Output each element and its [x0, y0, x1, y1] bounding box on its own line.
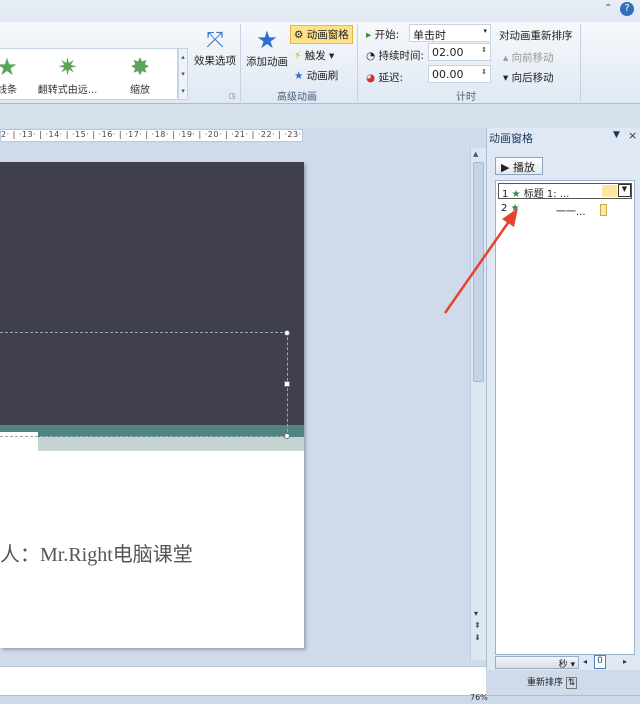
animation-painter-button[interactable]: ★ 动画刷 — [294, 68, 338, 83]
gallery-label: 线条 — [0, 85, 17, 96]
pane-title: 动画窗格 — [489, 132, 533, 145]
lightning-icon: ⚡ — [294, 50, 302, 62]
start-label: ▸ 开始: — [366, 29, 400, 41]
arrow-shaft — [443, 216, 514, 314]
duration-label: ◔ 持续时间: — [366, 50, 425, 62]
animation-pane-button[interactable]: ⚙ 动画窗格 — [290, 25, 353, 44]
pane-icon: ⚙ — [294, 29, 307, 41]
effect-options-label: 效果选项 — [194, 55, 236, 67]
animation-pane-label: 动画窗格 — [306, 29, 349, 41]
trigger-label: 触发 — [304, 50, 326, 62]
add-animation-label: 添加动画 — [246, 56, 288, 68]
chevron-down-icon: ▾ — [483, 27, 487, 35]
gallery-label: 缩放 — [130, 85, 150, 96]
star-icon: ★ — [511, 189, 521, 200]
animation-gallery: ★ 线条 ✷ 翻转式由远... ✸ 缩放 — [0, 48, 178, 100]
timing-group-label: 计时 — [456, 92, 476, 103]
star-icon: ✷ — [57, 53, 78, 81]
play-icon: ▶ — [501, 161, 513, 174]
move-later-button[interactable]: ▾ 向后移动 — [503, 70, 554, 85]
red-arrow-annotation — [443, 208, 518, 314]
delay-value: 00.00 — [432, 68, 464, 81]
item-dropdown-icon[interactable]: ▼ — [618, 184, 631, 197]
dialog-launcher-icon[interactable]: ◳ — [229, 92, 236, 100]
timeline-bar — [600, 204, 607, 216]
gallery-scroll[interactable]: ▴ ▾ ▾ — [178, 48, 188, 100]
ribbon: ★ 线条 ✷ 翻转式由远... ✸ 缩放 ▴ ▾ ▾ ⤧ 效果选项 ◳ ★ 添加动画 ⚙ 动画… — [0, 22, 640, 104]
trigger-button[interactable]: ⚡ 触发 ▾ — [294, 48, 334, 63]
duration-input[interactable]: 02.00 ⇕ — [428, 43, 491, 61]
gallery-item-zoom[interactable]: ✸ 缩放 — [115, 53, 165, 96]
status-bar: 76% — [0, 693, 640, 704]
decor-white — [0, 432, 38, 466]
close-icon[interactable]: × — [628, 129, 637, 142]
animation-item[interactable]: 1 ★ 标题 1: ... ▼ — [498, 183, 632, 200]
spinner-icon[interactable]: ⇕ — [481, 68, 487, 76]
decor-band — [0, 437, 304, 451]
start-select[interactable]: 单击时 ▾ — [409, 24, 491, 42]
help-icon[interactable]: ? — [620, 2, 634, 16]
seconds-dropdown[interactable]: 秒 ▾ — [495, 656, 579, 670]
effect-options-button[interactable]: ⤧ 效果选项 — [193, 28, 237, 68]
page-nav-icons[interactable]: ▾ ⇞ ⇟ — [474, 608, 481, 644]
effect-options-icon: ⤧ — [206, 28, 224, 53]
play-label: 播放 — [512, 161, 535, 174]
slide-canvas[interactable]: 人：Mr.Right电脑课堂 — [0, 162, 304, 648]
scroll-up-icon[interactable]: ▲ — [473, 150, 478, 158]
zoom-level[interactable]: 76% — [470, 693, 488, 702]
resize-handle[interactable] — [284, 381, 290, 387]
resize-handle[interactable] — [284, 433, 290, 439]
add-animation-button[interactable]: ★ 添加动画 — [244, 26, 290, 69]
delay-input[interactable]: 00.00 ⇕ — [428, 65, 491, 83]
move-earlier-button[interactable]: ▴ 向前移动 — [503, 50, 554, 65]
pane-menu-icon[interactable]: ▼ — [613, 130, 620, 140]
resize-handle[interactable] — [284, 330, 290, 336]
arrow-head — [502, 208, 518, 227]
play-button[interactable]: ▶ 播放 — [495, 157, 543, 175]
spinner-icon[interactable]: ⇕ — [481, 46, 487, 54]
duration-value: 02.00 — [432, 46, 464, 59]
add-star-icon: ★ — [256, 26, 278, 54]
start-value: 单击时 — [413, 29, 446, 42]
delay-label: ◕ 延迟: — [366, 72, 404, 84]
painter-label: 动画刷 — [306, 70, 339, 82]
timeline-zoom-value[interactable]: 0 — [594, 655, 606, 669]
gallery-item-lines[interactable]: ★ 线条 — [0, 53, 22, 96]
reorder-label: 对动画重新排序 — [499, 30, 573, 42]
painter-icon: ★ — [294, 70, 304, 82]
zoom-out-icon[interactable]: ◂ — [583, 657, 587, 666]
toolbar-band — [0, 104, 640, 128]
star-icon: ✸ — [129, 53, 151, 81]
title-bar: ⌃ ? — [0, 0, 640, 22]
reorder-control[interactable]: 重新排序 ⇅ — [527, 675, 578, 689]
slide-subtitle[interactable]: 人：Mr.Right电脑课堂 — [0, 538, 193, 567]
title-placeholder-selection[interactable] — [0, 330, 290, 439]
horizontal-ruler: 2· | ·13· | ·14· | ·15· | ·16· | ·17· | … — [0, 129, 303, 142]
timeline-bar — [602, 185, 617, 197]
star-icon: ★ — [0, 53, 18, 81]
gallery-item-flip[interactable]: ✷ 翻转式由远... — [30, 53, 105, 96]
advanced-animation-group-label: 高级动画 — [277, 92, 317, 103]
gallery-label: 翻转式由远... — [37, 85, 98, 96]
notes-area[interactable] — [0, 666, 486, 695]
zoom-in-icon[interactable]: ▸ — [623, 657, 627, 666]
reorder-arrows-icon[interactable]: ⇅ — [565, 677, 578, 689]
minimize-ribbon-icon[interactable]: ⌃ — [604, 3, 612, 14]
